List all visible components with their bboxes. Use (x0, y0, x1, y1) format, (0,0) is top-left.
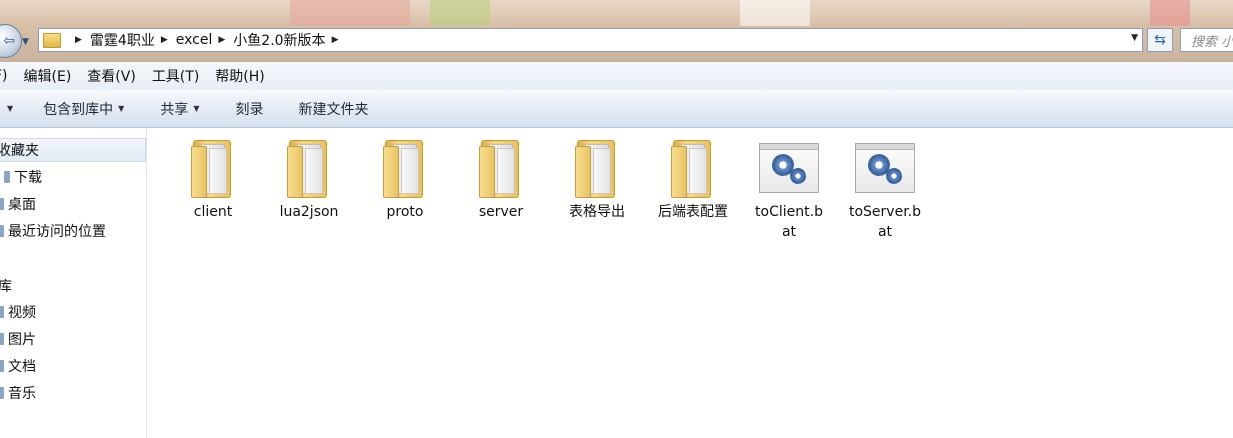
nav-item-pictures[interactable]: 图片 (0, 328, 36, 350)
chevron-right-icon[interactable]: ▶ (218, 35, 225, 45)
file-list: client lua2json proto server 表格导出 后端表配置 (147, 128, 1233, 438)
nav-item-label: 音乐 (8, 386, 36, 402)
nav-item-label: 桌面 (8, 197, 36, 213)
file-name: toClient.bat (755, 204, 823, 240)
chevron-right-icon[interactable]: ▶ (161, 35, 168, 45)
file-item-toclient-bat[interactable]: toClient.bat (743, 138, 835, 242)
document-library-icon (0, 360, 4, 372)
file-name: client (193, 204, 233, 220)
file-name: 表格导出 (569, 204, 625, 220)
nav-item-label: 文档 (8, 359, 36, 375)
file-item-server[interactable]: server (455, 138, 547, 222)
nav-group-label: 收藏夹 (0, 143, 39, 159)
file-name: toServer.bat (848, 204, 922, 240)
breadcrumb: ▶ 雷霆4职业 ▶ excel ▶ 小鱼2.0新版本 ▶ (69, 30, 346, 50)
nav-favorites[interactable]: 收藏夹 (0, 138, 146, 162)
window-titlebar: ⇦ ▼ ▶ 雷霆4职业 ▶ excel ▶ 小鱼2.0新版本 ▶ ▼ ⇆ 搜索 … (0, 0, 1233, 62)
nav-item-label: 图片 (8, 332, 36, 348)
breadcrumb-item[interactable]: excel (176, 32, 213, 48)
folder-icon (189, 138, 237, 198)
file-item-lua2json[interactable]: lua2json (263, 138, 355, 222)
background-decoration (740, 0, 810, 26)
folder-icon (285, 138, 333, 198)
menu-edit[interactable]: 编辑(E) (24, 66, 72, 86)
address-dropdown-icon[interactable]: ▼ (1131, 33, 1138, 43)
button-label: 包含到库中 (43, 101, 114, 118)
nav-libraries[interactable]: 库 (0, 274, 148, 298)
background-decoration (1150, 0, 1190, 26)
navigation-pane: 收藏夹 下载 桌面 最近访问的位置 库 视频 图片 文档 音乐 (0, 128, 147, 438)
burn-button[interactable]: 刻录 (235, 99, 263, 119)
refresh-button[interactable]: ⇆ (1147, 28, 1173, 52)
include-in-library-button[interactable]: 包含到库中 ▼ (43, 99, 124, 119)
menu-file[interactable]: F) (0, 68, 8, 84)
nav-item-label: 最近访问的位置 (8, 224, 106, 240)
breadcrumb-item[interactable]: 小鱼2.0新版本 (233, 30, 325, 50)
nav-item-documents[interactable]: 文档 (0, 355, 36, 377)
batch-file-icon (855, 143, 915, 193)
breadcrumb-item[interactable]: 雷霆4职业 (90, 30, 155, 50)
menu-tools[interactable]: 工具(T) (152, 66, 199, 86)
chevron-right-icon[interactable]: ▶ (75, 35, 82, 45)
folder-icon (669, 138, 717, 198)
menu-bar: F) 编辑(E) 查看(V) 工具(T) 帮助(H) (0, 62, 1233, 91)
background-decoration (430, 0, 490, 26)
picture-library-icon (0, 333, 4, 345)
video-library-icon (0, 306, 4, 318)
file-item-toserver-bat[interactable]: toServer.bat (839, 138, 931, 242)
chevron-right-icon[interactable]: ▶ (332, 35, 339, 45)
chevron-down-icon: ▼ (193, 104, 200, 113)
refresh-icon: ⇆ (1154, 32, 1166, 48)
file-name: lua2json (279, 204, 339, 220)
history-dropdown-icon[interactable]: ▼ (22, 37, 29, 47)
back-button[interactable]: ⇦ (0, 24, 22, 58)
file-item-proto[interactable]: proto (359, 138, 451, 222)
organize-button[interactable]: ▼ (2, 104, 13, 113)
desktop-icon (0, 198, 4, 210)
command-bar: ▼ 包含到库中 ▼ 共享 ▼ 刻录 新建文件夹 (0, 90, 1233, 128)
file-item-table-export[interactable]: 表格导出 (551, 138, 643, 222)
folder-icon (381, 138, 429, 198)
recent-places-icon (0, 225, 4, 237)
share-button[interactable]: 共享 ▼ (160, 99, 199, 119)
download-folder-icon (4, 171, 10, 183)
new-folder-button[interactable]: 新建文件夹 (298, 99, 368, 119)
music-library-icon (0, 387, 4, 399)
file-name: 后端表配置 (658, 204, 728, 220)
nav-item-recent-places[interactable]: 最近访问的位置 (0, 220, 106, 242)
menu-view[interactable]: 查看(V) (87, 66, 136, 86)
nav-group-label: 库 (0, 279, 12, 295)
nav-item-videos[interactable]: 视频 (0, 301, 36, 323)
file-item-backend-config[interactable]: 后端表配置 (647, 138, 739, 222)
file-name: proto (386, 204, 424, 220)
nav-item-label: 下载 (14, 170, 42, 186)
file-item-client[interactable]: client (167, 138, 259, 222)
nav-item-music[interactable]: 音乐 (0, 382, 36, 404)
nav-item-downloads[interactable]: 下载 (4, 166, 42, 188)
chevron-down-icon: ▼ (118, 104, 125, 113)
folder-icon (43, 32, 61, 48)
batch-file-icon (759, 143, 819, 193)
button-label: 共享 (160, 101, 189, 118)
chevron-down-icon: ▼ (7, 104, 14, 113)
search-input[interactable]: 搜索 小鱼 (1180, 28, 1233, 52)
file-name: server (478, 204, 524, 220)
background-decoration (290, 0, 410, 26)
address-bar[interactable]: ▶ 雷霆4职业 ▶ excel ▶ 小鱼2.0新版本 ▶ ▼ (38, 28, 1143, 52)
back-arrow-icon: ⇦ (3, 33, 15, 49)
folder-icon (477, 138, 525, 198)
menu-help[interactable]: 帮助(H) (215, 66, 264, 86)
nav-item-desktop[interactable]: 桌面 (0, 193, 36, 215)
nav-item-label: 视频 (8, 305, 36, 321)
folder-icon (573, 138, 621, 198)
